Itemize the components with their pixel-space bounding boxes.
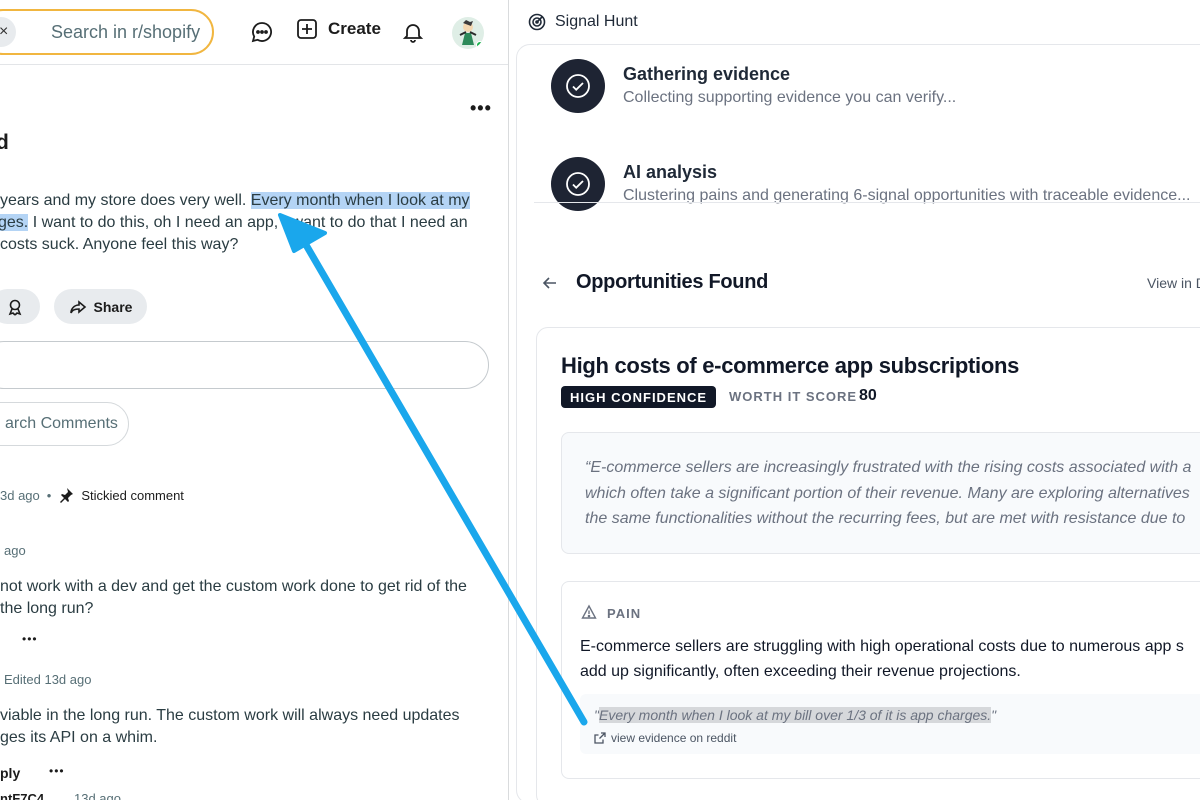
score-label: WORTH IT SCORE (729, 389, 858, 404)
comment-time: 13d ago (74, 791, 121, 800)
stickied-label: Stickied comment (81, 487, 184, 503)
pain-section: PAIN E-commerce sellers are struggling w… (561, 581, 1200, 779)
bell-icon[interactable] (401, 20, 425, 44)
back-arrow-icon[interactable] (542, 275, 558, 291)
comment-input[interactable] (0, 341, 489, 389)
online-status-dot (476, 41, 484, 49)
step-title: AI analysis (623, 162, 718, 182)
opportunity-title: High costs of e-commerce app subscriptio… (561, 353, 1020, 378)
pin-icon (60, 488, 74, 503)
create-label: Create (328, 19, 381, 38)
share-button[interactable]: Share (54, 289, 147, 324)
selected-text: Every month when I look at my (250, 192, 470, 209)
chat-icon[interactable] (250, 20, 274, 44)
avatar[interactable] (452, 17, 484, 49)
score-value: 80 (859, 387, 877, 404)
bullet-separator: • (46, 487, 52, 503)
comment-2-line-2: the long run? (0, 600, 94, 617)
evidence-quote-text: Every month when I look at my bill over … (598, 707, 992, 723)
comment-1-meta: 3d ago • Stickied comment (0, 487, 184, 503)
post-text: years and my store does very well. (0, 192, 251, 209)
post-body-line-2: ges. I want to do this, oh I need an app… (0, 212, 468, 234)
comment-time: ago (4, 543, 26, 558)
pain-label: PAIN (607, 606, 642, 621)
opportunity-card: High costs of e-commerce app subscriptio… (536, 327, 1200, 800)
radar-icon (528, 13, 546, 31)
step-title: Gathering evidence (623, 64, 791, 84)
search-comments-button[interactable]: arch Comments (0, 402, 129, 446)
summary-line: which often take a significant portion o… (585, 485, 1190, 502)
selected-text: ges. (0, 214, 29, 231)
warning-icon (581, 604, 597, 619)
app-header: Signal Hunt (510, 0, 1200, 44)
divider (534, 202, 1200, 203)
step-description: Collecting supporting evidence you can v… (623, 89, 957, 106)
signal-hunt-pane: Signal Hunt Gathering evidence Collectin… (510, 0, 1200, 800)
summary-line: “E-commerce sellers are increasingly fru… (585, 459, 1192, 476)
check-circle-icon (551, 59, 605, 113)
more-icon[interactable]: ••• (22, 632, 38, 646)
more-icon[interactable]: ••• (49, 764, 65, 778)
post-body-line-3: costs suck. Anyone feel this way? (0, 236, 239, 253)
reddit-topbar: ify × Search in r/shopify Create (0, 0, 508, 65)
share-label: Share (93, 298, 133, 315)
award-button[interactable] (0, 289, 40, 324)
confidence-badge: HIGH CONFIDENCE (561, 386, 717, 408)
comment-3-line-2: ges its API on a whim. (0, 729, 158, 746)
summary-line: the same functionalities without the rec… (585, 510, 1186, 527)
summary-quote-box: “E-commerce sellers are increasingly fru… (561, 432, 1200, 554)
comment-3-line-1: viable in the long run. The custom work … (0, 707, 460, 724)
search-comments-label: arch Comments (5, 415, 118, 432)
plus-square-icon (297, 19, 317, 39)
close-icon[interactable]: × (0, 23, 8, 41)
post-text: I want to do this, oh I need an app, I w… (28, 214, 468, 231)
view-in-link[interactable]: View in D (1147, 275, 1200, 291)
share-icon (69, 299, 86, 314)
reddit-pane: ify × Search in r/shopify Create (0, 0, 509, 800)
comment-edited-meta: Edited 13d ago (4, 672, 92, 687)
award-icon (8, 299, 22, 316)
search-placeholder: Search in r/shopify (51, 22, 201, 42)
search-input[interactable]: ify × Search in r/shopify (0, 9, 214, 55)
post-body-line-1: years and my store does very well. Every… (0, 190, 470, 212)
view-evidence-link[interactable]: view evidence on reddit (594, 731, 736, 745)
view-evidence-label: view evidence on reddit (611, 731, 737, 745)
app-title: Signal Hunt (555, 13, 638, 30)
post-more-icon[interactable]: ••• (470, 98, 492, 119)
pain-description-line: add up significantly, often exceeding th… (580, 663, 1021, 680)
comment-time: 3d ago (0, 487, 40, 503)
external-link-icon (594, 732, 606, 744)
quote-mark: " (991, 707, 997, 723)
post-title: d (0, 131, 9, 155)
subreddit-chip[interactable]: ify × (0, 17, 17, 47)
reply-button[interactable]: ply (0, 765, 20, 781)
section-title: Opportunities Found (576, 271, 769, 293)
create-button[interactable]: Create (296, 18, 381, 40)
comment-2-line-1: not work with a dev and get the custom w… (0, 578, 467, 595)
comment-author[interactable]: ntF7C4 (0, 791, 44, 800)
pain-description-line: E-commerce sellers are struggling with h… (580, 638, 1184, 655)
evidence-quote: "Every month when I look at my bill over… (594, 707, 996, 723)
evidence-box: "Every month when I look at my bill over… (580, 694, 1200, 754)
